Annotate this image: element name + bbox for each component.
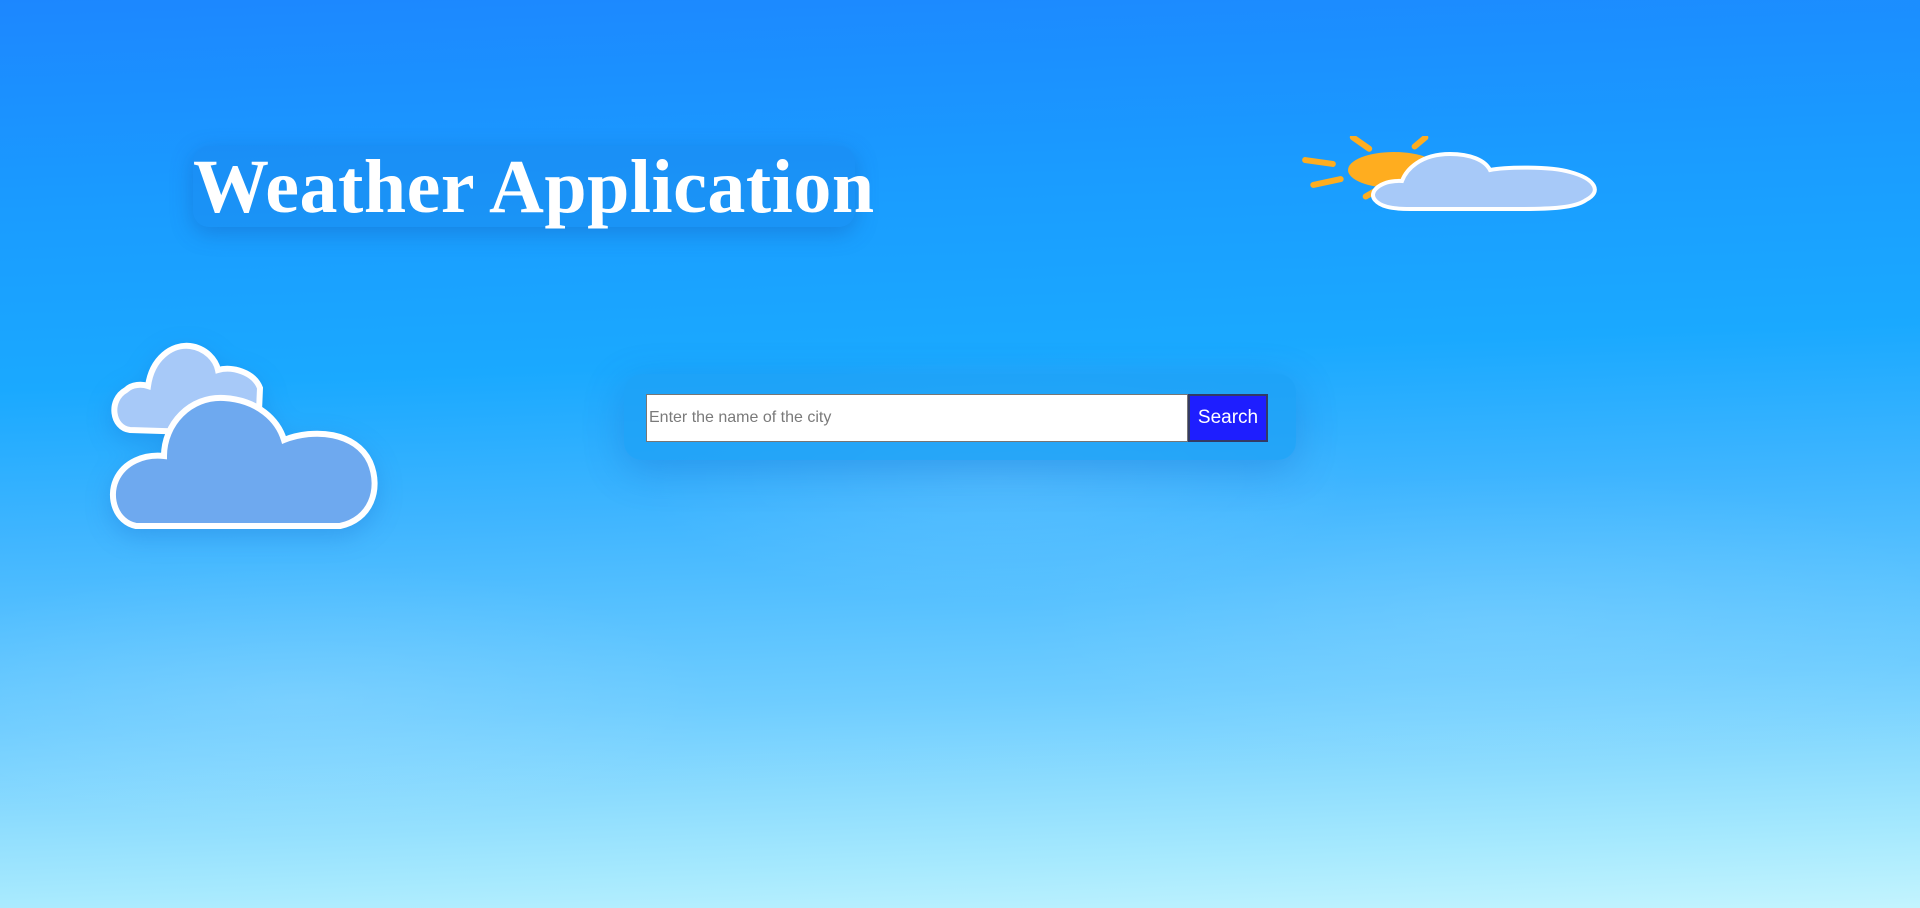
city-search-input[interactable] [646, 394, 1188, 442]
search-button[interactable]: Search [1188, 394, 1268, 442]
partly-sunny-icon [1302, 136, 1597, 211]
page-title: Weather Application [193, 145, 875, 229]
clouds-icon [109, 342, 378, 529]
